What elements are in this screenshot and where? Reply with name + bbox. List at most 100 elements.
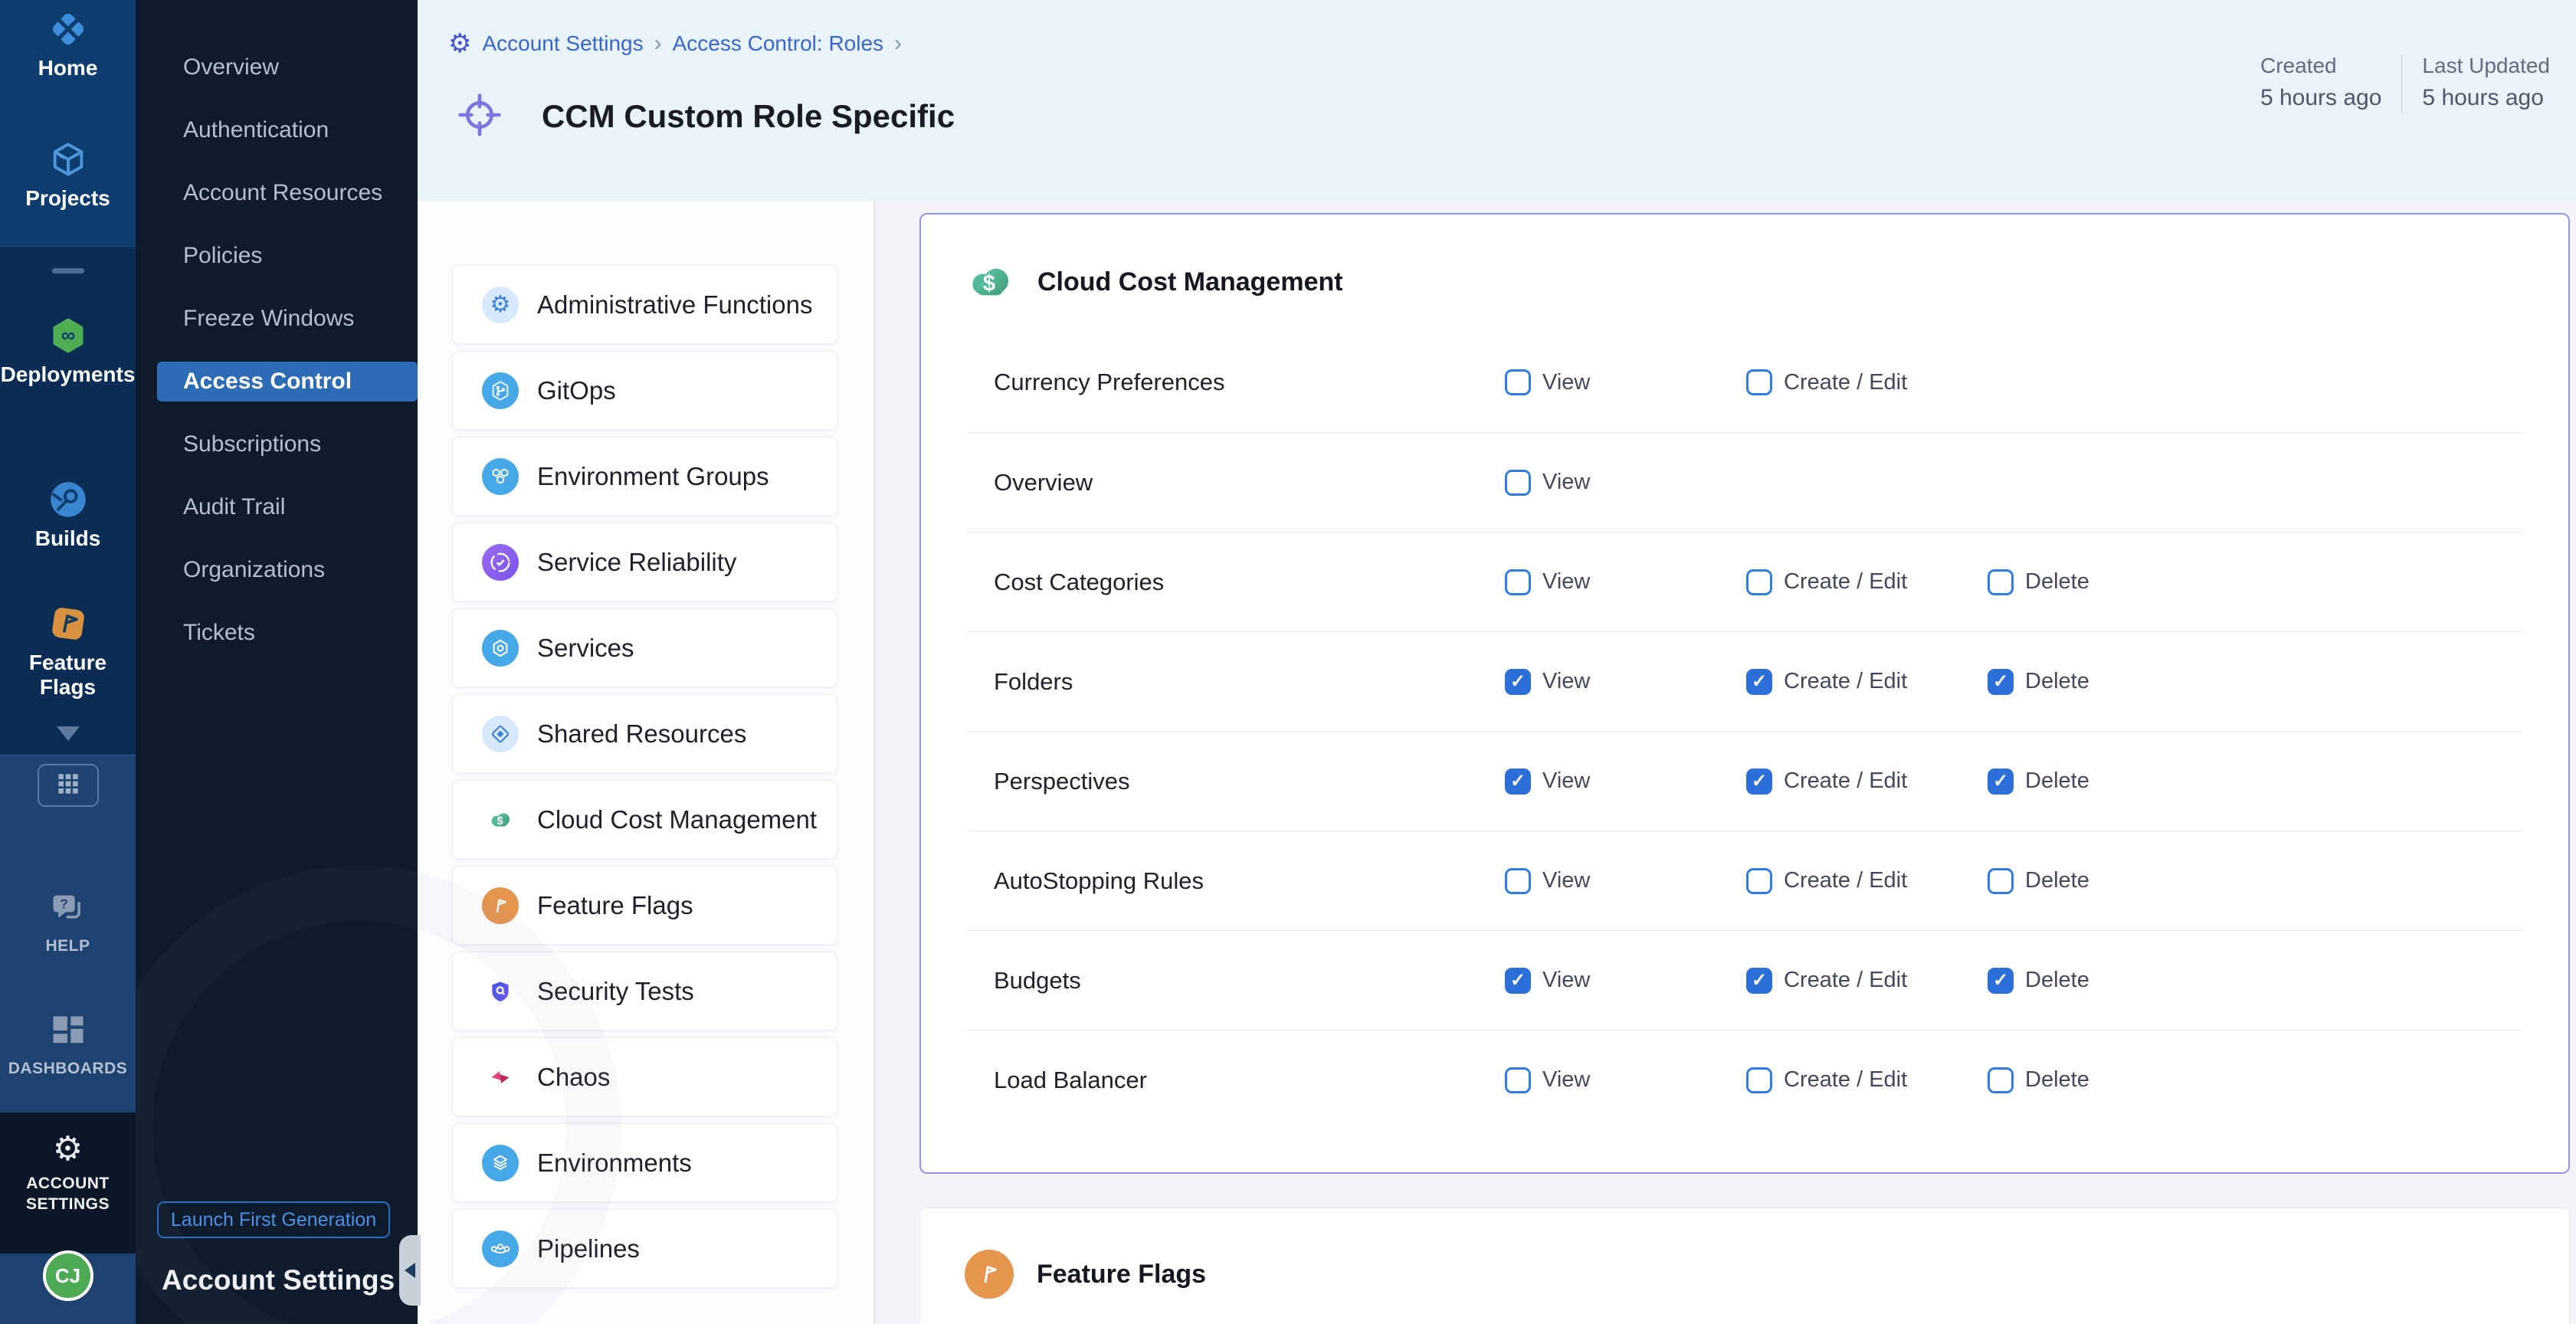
module-grid-button[interactable] (38, 764, 99, 807)
svg-text:∞: ∞ (61, 323, 75, 346)
permission-resource-label: Cost Categories (994, 569, 1505, 596)
view-checkbox[interactable] (1505, 369, 1531, 395)
app-root: Home Projects ∞ Deployments Builds Featu… (0, 0, 2576, 1324)
resource-category-services[interactable]: Services (452, 608, 837, 687)
checkbox-label: View (1542, 1067, 1590, 1093)
launch-first-generation-button[interactable]: Launch First Generation (157, 1201, 390, 1238)
permission-resource-label: Perspectives (994, 768, 1505, 795)
sidebar-item-access-control[interactable]: Access Control (136, 350, 418, 413)
builds-icon (48, 480, 88, 519)
checkbox-label: Delete (2025, 1067, 2089, 1093)
hex-group-icon (482, 458, 519, 495)
sidebar-item-label: Organizations (136, 557, 325, 583)
checkbox-label: View (1542, 968, 1590, 993)
resource-category-service-reliability[interactable]: Service Reliability (452, 523, 837, 601)
create-edit-checkbox[interactable] (1746, 868, 1772, 894)
permission-row-perspectives: Perspectives✓View✓Create / Edit✓Delete (967, 731, 2522, 831)
account-settings-sidebar: OverviewAuthentication Account Resources P… (136, 0, 418, 1324)
sidebar-item-authentication[interactable]: Authentication (136, 99, 418, 162)
delete-checkbox[interactable]: ✓ (1988, 968, 2014, 994)
permission-cell: View (1505, 569, 1746, 595)
permission-resource-label: Folders (994, 668, 1505, 696)
view-checkbox[interactable]: ✓ (1505, 769, 1531, 795)
create-edit-checkbox[interactable] (1746, 569, 1772, 595)
rail-item-label: ACCOUNT SETTINGS (15, 1173, 122, 1214)
permission-cell: Delete (1988, 868, 2522, 894)
sidebar-item-subscriptions[interactable]: Subscriptions (136, 413, 418, 476)
delete-checkbox[interactable]: ✓ (1988, 769, 2014, 795)
rail-item-builds[interactable]: Builds (0, 480, 136, 551)
rail-item-label: Builds (35, 526, 101, 551)
permission-cell: Delete (1988, 1067, 2522, 1093)
checkbox-label: View (1542, 470, 1590, 495)
view-checkbox[interactable] (1505, 868, 1531, 894)
rail-item-feature-flags[interactable]: Feature Flags (0, 604, 136, 700)
resource-category-gitops[interactable]: GitOps (452, 351, 837, 430)
permission-cell: ✓Create / Edit (1746, 769, 1988, 795)
permission-cell: ✓Delete (1988, 769, 2522, 795)
rail-item-profile[interactable]: CJ (0, 1250, 136, 1301)
create-edit-checkbox[interactable] (1746, 1067, 1772, 1093)
delete-checkbox[interactable] (1988, 868, 2014, 894)
body-area: ⚙Administrative Functions GitOps Environme… (418, 201, 2576, 1324)
view-checkbox[interactable] (1505, 1067, 1531, 1093)
feature-flags-permissions-panel: Feature Flags (919, 1208, 2570, 1324)
content-area: ⚙ Account Settings › Access Control: Rol… (418, 0, 2576, 1324)
delete-checkbox[interactable] (1988, 569, 2014, 595)
sidebar-item-overview[interactable]: Overview (136, 36, 418, 99)
view-checkbox[interactable] (1505, 470, 1531, 496)
rail-item-dashboards[interactable]: DASHBOARDS (0, 1011, 136, 1079)
view-checkbox[interactable]: ✓ (1505, 968, 1531, 994)
resource-category-shared-resources[interactable]: Shared Resources (452, 694, 837, 773)
breadcrumb-account-settings[interactable]: Account Settings (482, 31, 643, 56)
delete-checkbox[interactable]: ✓ (1988, 669, 2014, 695)
create-edit-checkbox[interactable]: ✓ (1746, 769, 1772, 795)
sidebar-item-audit-trail[interactable]: Audit Trail (136, 476, 418, 539)
resource-category-environment-groups[interactable]: Environment Groups (452, 437, 837, 516)
avatar[interactable]: CJ (43, 1250, 93, 1301)
rail-item-help[interactable]: ? HELP (0, 889, 136, 956)
resource-category-cloud-cost-management[interactable]: $ Cloud Cost Management (452, 780, 837, 859)
rail-item-projects[interactable]: Projects (0, 139, 136, 211)
panel-title: Cloud Cost Management (1037, 267, 1343, 297)
permission-cell: View (1505, 470, 1746, 496)
create-edit-checkbox[interactable]: ✓ (1746, 968, 1772, 994)
permission-cell: View (1505, 369, 1746, 395)
sidebar-item-label: Account Resources (136, 180, 382, 206)
chevron-separator: › (894, 31, 902, 57)
title-row: CCM Custom Role Specific (457, 90, 955, 143)
cloud-dollar-icon: $ (482, 801, 519, 838)
checkbox-label: Create / Edit (1784, 370, 1907, 395)
sidebar-collapse-button[interactable] (399, 1235, 421, 1306)
delete-checkbox[interactable] (1988, 1067, 2014, 1093)
sidebar-item-organizations[interactable]: Organizations (136, 539, 418, 601)
view-checkbox[interactable] (1505, 569, 1531, 595)
rail-item-label: Feature Flags (0, 651, 136, 700)
created-label: Created (2260, 51, 2381, 81)
create-edit-checkbox[interactable] (1746, 369, 1772, 395)
sidebar-item-freeze-windows[interactable]: Freeze Windows (136, 287, 418, 350)
rail-item-deployments[interactable]: ∞ Deployments (0, 316, 136, 387)
resource-category-administrative-functions[interactable]: ⚙Administrative Functions (452, 265, 837, 344)
permission-resource-label: Currency Preferences (994, 369, 1505, 396)
sidebar-item-label: Freeze Windows (136, 306, 354, 332)
rail-item-home[interactable]: Home (0, 9, 136, 80)
view-checkbox[interactable]: ✓ (1505, 669, 1531, 695)
resource-category-label: GitOps (537, 376, 616, 405)
sidebar-item-tickets[interactable]: Tickets (136, 601, 418, 664)
resource-category-label: Environment Groups (537, 462, 769, 491)
role-target-icon (457, 93, 502, 141)
breadcrumb-access-control-roles[interactable]: Access Control: Roles (673, 31, 883, 56)
sidebar-item-account-resources[interactable]: Account Resources (136, 162, 418, 224)
rail-item-label: Projects (25, 186, 110, 211)
permission-cell: ✓ Create / Edit (1746, 968, 1988, 994)
role-meta: Created 5 hours ago Last Updated 5 hours… (2240, 51, 2570, 115)
sidebar-item-policies[interactable]: Policies (136, 224, 418, 287)
rail-more-modules-button[interactable] (0, 726, 136, 741)
panel-title: Feature Flags (1037, 1260, 1206, 1290)
resource-category-label: Cloud Cost Management (537, 805, 817, 834)
sidebar-item-label: Subscriptions (136, 431, 321, 457)
create-edit-checkbox[interactable]: ✓ (1746, 669, 1772, 695)
rail-item-account-settings[interactable]: ⚙ ACCOUNT SETTINGS (0, 1132, 136, 1214)
checkbox-label: Create / Edit (1784, 968, 1907, 993)
